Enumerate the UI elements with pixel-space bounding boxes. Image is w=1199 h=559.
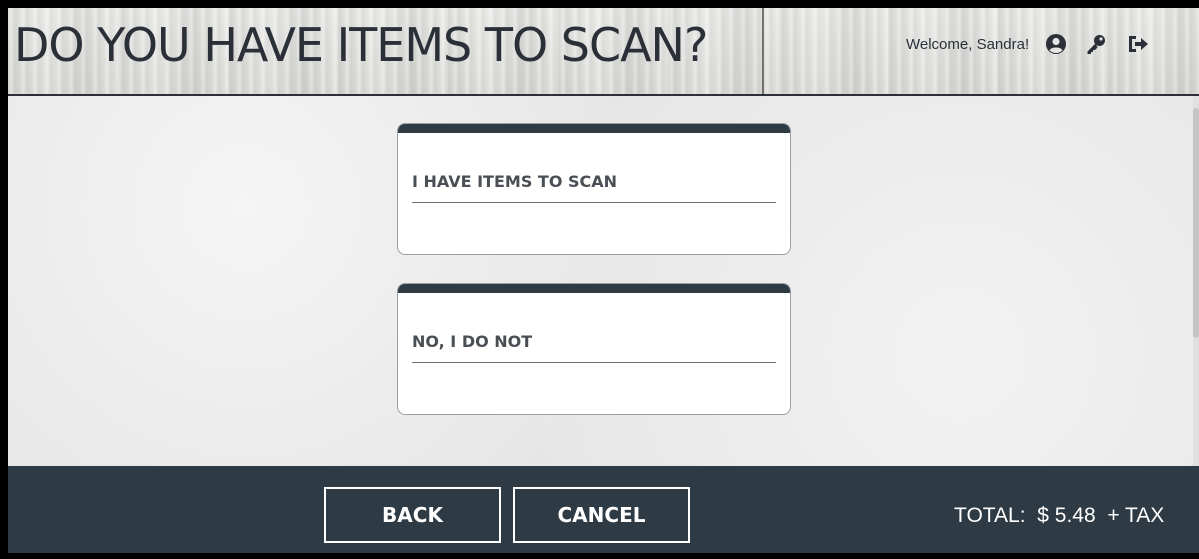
- card-top-bar: [398, 284, 790, 293]
- option-label: I HAVE ITEMS TO SCAN: [412, 172, 618, 191]
- total-amount: $ 5.48: [1037, 504, 1096, 527]
- option-underline: [412, 202, 776, 203]
- cancel-button[interactable]: CANCEL: [513, 487, 690, 543]
- option-underline: [412, 362, 776, 363]
- wood-plank-divider: [762, 8, 764, 94]
- header-bar: DO YOU HAVE ITEMS TO SCAN? Welcome, Sand…: [8, 8, 1199, 96]
- scrollbar-thumb[interactable]: [1193, 108, 1199, 338]
- tax-suffix: + TAX: [1107, 504, 1165, 527]
- option-have-items-button[interactable]: I HAVE ITEMS TO SCAN: [397, 123, 791, 255]
- app-window: DO YOU HAVE ITEMS TO SCAN? Welcome, Sand…: [8, 8, 1199, 553]
- page-title: DO YOU HAVE ITEMS TO SCAN?: [14, 18, 708, 72]
- option-no-items-button[interactable]: NO, I DO NOT: [397, 283, 791, 415]
- user-circle-icon[interactable]: [1044, 32, 1068, 56]
- total-label: TOTAL:: [954, 504, 1026, 527]
- options-area: I HAVE ITEMS TO SCAN NO, I DO NOT: [8, 96, 1199, 466]
- option-label: NO, I DO NOT: [412, 332, 533, 351]
- back-button[interactable]: BACK: [324, 487, 501, 543]
- sign-out-icon[interactable]: [1126, 32, 1150, 56]
- card-top-bar: [398, 124, 790, 133]
- order-total: TOTAL: $ 5.48 + TAX: [954, 504, 1164, 528]
- key-icon[interactable]: [1084, 32, 1108, 56]
- footer-bar: BACK CANCEL TOTAL: $ 5.48 + TAX: [8, 466, 1199, 553]
- welcome-message: Welcome, Sandra!: [906, 36, 1030, 53]
- vertical-scrollbar[interactable]: [1193, 96, 1199, 466]
